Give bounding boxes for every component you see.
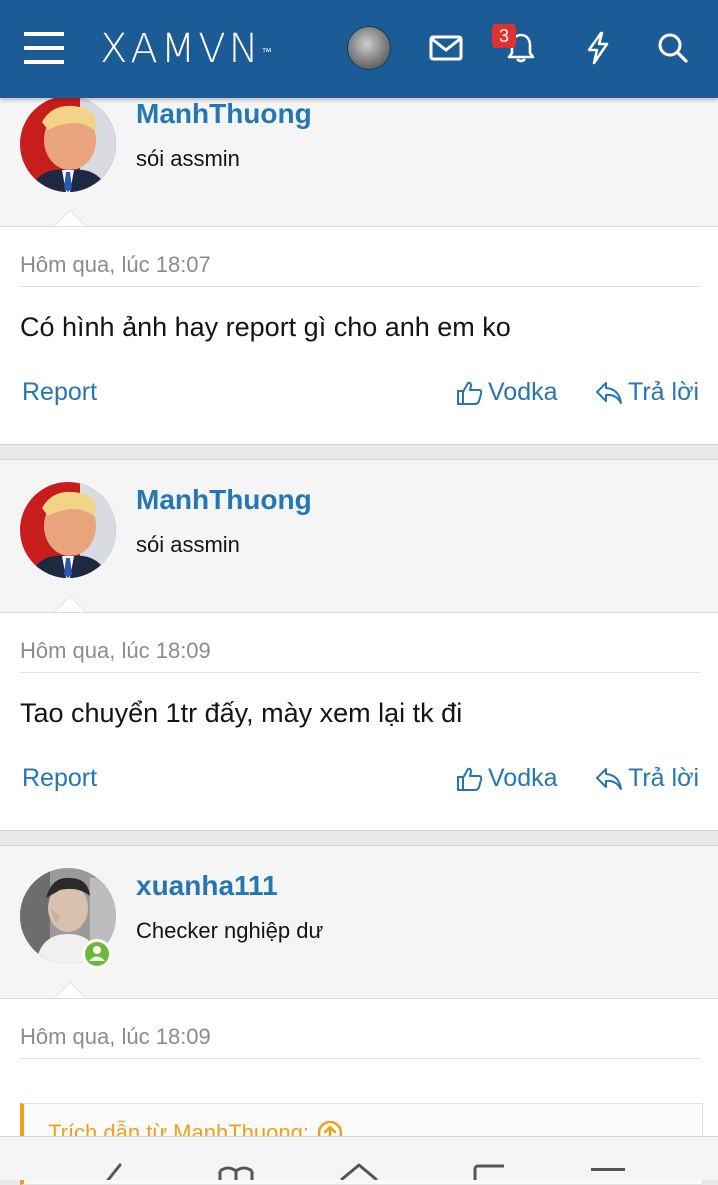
post-header-pointer: [54, 596, 86, 612]
bottom-navigation-bar: [0, 1136, 718, 1180]
reply-arrow-icon: [596, 381, 622, 404]
envelope-icon: [429, 35, 463, 61]
post-username[interactable]: xuanha111: [136, 870, 278, 902]
home-icon: [340, 1163, 378, 1180]
like-label: Vodka: [488, 378, 558, 406]
post-divider: [20, 1058, 700, 1059]
post-username[interactable]: ManhThuong: [136, 98, 312, 130]
online-status-icon: [82, 939, 112, 969]
post-date[interactable]: Hôm qua, lúc 18:09: [20, 638, 211, 664]
post-message: Có hình ảnh hay report gì cho anh em ko: [20, 312, 511, 342]
user-avatar[interactable]: [20, 96, 116, 192]
like-button[interactable]: Vodka: [456, 378, 558, 407]
post-user-header: ManhThuong sói assmin: [0, 80, 718, 227]
post-username[interactable]: ManhThuong: [136, 484, 312, 516]
tabs-button[interactable]: [454, 1137, 514, 1180]
back-button[interactable]: [82, 1137, 142, 1180]
menu-lines-icon: [591, 1168, 625, 1171]
reply-button[interactable]: Trả lời: [594, 378, 699, 407]
logo-trademark: ™: [261, 47, 272, 58]
user-avatar[interactable]: [20, 482, 116, 578]
post-date[interactable]: Hôm qua, lúc 18:07: [20, 252, 211, 278]
more-menu-button[interactable]: [578, 1137, 638, 1180]
book-icon: [218, 1166, 254, 1180]
post-user-header: ManhThuong sói assmin: [0, 460, 718, 613]
hamburger-icon: [24, 32, 64, 64]
avatar-photo: [20, 482, 116, 578]
like-label: Vodka: [488, 764, 558, 792]
like-button[interactable]: Vodka: [456, 764, 558, 793]
bookmarks-button[interactable]: [206, 1137, 266, 1180]
user-title: sói assmin: [136, 532, 240, 557]
chevron-left-icon: [106, 1163, 122, 1180]
inbox-button[interactable]: [420, 22, 472, 74]
search-icon: [658, 33, 688, 63]
search-button[interactable]: [647, 22, 699, 74]
post: ManhThuong sói assmin Hôm qua, lúc 18:07…: [0, 80, 718, 444]
post-user-header: xuanha111 Checker nghiệp dư: [0, 846, 718, 999]
top-navigation-bar: XAMVN™ 3: [0, 0, 718, 98]
post-divider: [20, 286, 700, 287]
lightning-icon: [587, 31, 609, 65]
post: ManhThuong sói assmin Hôm qua, lúc 18:09…: [0, 460, 718, 830]
menu-button[interactable]: [18, 22, 70, 74]
home-button[interactable]: [329, 1137, 389, 1180]
user-title: Checker nghiệp dư: [136, 918, 324, 943]
reply-button[interactable]: Trả lời: [594, 764, 699, 793]
post-date[interactable]: Hôm qua, lúc 18:09: [20, 1024, 211, 1050]
user-title: sói assmin: [136, 146, 240, 171]
thumbs-up-icon: [457, 381, 483, 405]
avatar-photo: [20, 96, 116, 192]
post-separator: [0, 830, 718, 846]
report-link[interactable]: Report: [22, 378, 97, 407]
reply-arrow-icon: [596, 767, 622, 790]
thumbs-up-icon: [457, 767, 483, 791]
report-link[interactable]: Report: [22, 764, 97, 793]
post-message: Tao chuyển 1tr đấy, mày xem lại tk đi: [20, 698, 463, 728]
post-divider: [20, 672, 700, 673]
site-logo[interactable]: XAMVN™: [100, 28, 272, 70]
account-avatar: [347, 26, 391, 70]
post-header-pointer: [54, 210, 86, 226]
logo-text: XAMVN: [100, 26, 262, 72]
post-header-pointer: [54, 982, 86, 998]
reply-label: Trả lời: [628, 378, 700, 406]
account-avatar-button[interactable]: [343, 22, 395, 74]
post-separator: [0, 444, 718, 460]
reply-label: Trả lời: [628, 764, 700, 792]
notification-count-badge: 3: [492, 24, 516, 48]
tabs-icon: [473, 1164, 504, 1180]
whats-new-button[interactable]: [572, 22, 624, 74]
